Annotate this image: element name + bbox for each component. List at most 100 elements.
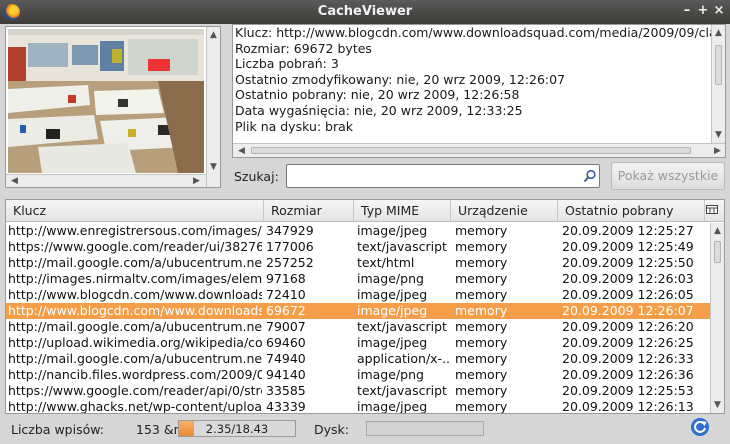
cell-device: memory [455, 367, 508, 382]
cell-key: http://mail.google.com/a/ubucentrum.net/… [8, 351, 262, 366]
detail-disk-file: Plik na dysku: brak [235, 118, 354, 134]
table-row[interactable]: https://www.google.com/reader/api/0/stre… [6, 383, 712, 399]
detail-expiration: Data wygaśnięcia: nie, 20 wrz 2009, 12:3… [235, 102, 523, 118]
cell-last-fetched: 20.09.2009 12:26:13 [562, 399, 694, 414]
table-row[interactable]: http://www.blogcdn.com/www.downloads... 7… [6, 287, 712, 303]
cell-mime: image/jpeg [357, 335, 428, 350]
cell-mime: image/jpeg [357, 303, 428, 318]
entries-count-label: Liczba wpisów: [11, 422, 104, 437]
cell-key: http://mail.google.com/a/ubucentrum.net/… [8, 255, 262, 270]
table-row[interactable]: http://images.nirmaltv.com/images/elem..… [6, 271, 712, 287]
cell-size: 72410 [266, 287, 306, 302]
cell-last-fetched: 20.09.2009 12:25:27 [562, 223, 694, 238]
search-input[interactable] [286, 164, 600, 188]
minimize-button[interactable]: – [680, 4, 694, 18]
detail-last-fetched: Ostatnio pobrany: nie, 20 wrz 2009, 12:2… [235, 87, 520, 103]
cell-last-fetched: 20.09.2009 12:25:50 [562, 255, 694, 270]
table-row[interactable]: http://www.enregistrersous.com/images/1.… [6, 223, 712, 239]
column-picker-icon[interactable] [706, 204, 718, 216]
cache-entries-table: Klucz Rozmiar Typ MIME Urządzenie Ostatn… [5, 199, 725, 414]
table-row[interactable]: http://mail.google.com/a/ubucentrum.net/… [6, 319, 712, 335]
entry-details-panel: Klucz: http://www.blogcdn.com/www.downlo… [232, 24, 726, 158]
scroll-up-icon[interactable]: ▲ [712, 27, 725, 39]
status-bar: Liczba wpisów: 153 &nbsp; Dysk: [0, 414, 730, 444]
memory-usage-bar: 2.35/18.43 [178, 420, 296, 437]
cell-key: http://upload.wikimedia.org/wikipedia/co… [8, 335, 262, 350]
cell-mime: image/jpeg [357, 399, 428, 414]
details-vertical-scrollbar[interactable]: ▲ ▼ [711, 25, 725, 143]
cell-device: memory [455, 351, 508, 366]
column-header-device[interactable]: Urządzenie [451, 200, 558, 221]
table-row-selected[interactable]: http://www.blogcdn.com/www.downloads... 6… [6, 303, 712, 319]
cell-device: memory [455, 255, 508, 270]
column-header-last-fetched[interactable]: Ostatnio pobrany [558, 200, 705, 221]
column-header-key[interactable]: Klucz [6, 200, 264, 221]
cell-key: https://www.google.com/reader/ui/382766.… [8, 239, 262, 254]
cell-key: http://images.nirmaltv.com/images/elem..… [8, 271, 262, 286]
scroll-thumb[interactable] [251, 147, 691, 154]
close-button[interactable]: × [712, 4, 726, 18]
scroll-left-icon[interactable]: ◀ [235, 145, 248, 157]
detail-key: Klucz: http://www.blogcdn.com/www.downlo… [235, 25, 713, 40]
cell-size: 97168 [266, 271, 306, 286]
cell-last-fetched: 20.09.2009 12:25:53 [562, 383, 694, 398]
scroll-up-icon[interactable]: ▲ [207, 29, 220, 41]
search-icon[interactable] [583, 169, 597, 183]
cell-device: memory [455, 287, 508, 302]
table-row[interactable]: http://mail.google.com/a/ubucentrum.net/… [6, 351, 712, 367]
cell-last-fetched: 20.09.2009 12:26:20 [562, 319, 694, 334]
window-title: CacheViewer [317, 4, 413, 19]
cell-key: http://www.blogcdn.com/www.downloads... [8, 303, 262, 318]
table-body: http://www.enregistrersous.com/images/1.… [6, 223, 712, 414]
scroll-right-icon[interactable]: ▶ [190, 175, 203, 187]
cell-size: 69460 [266, 335, 306, 350]
column-header-size[interactable]: Rozmiar [264, 200, 354, 221]
cell-mime: image/png [357, 271, 424, 286]
scroll-down-icon[interactable]: ▼ [711, 399, 724, 411]
preview-horizontal-scrollbar[interactable]: ◀ ▶ [6, 174, 206, 187]
scroll-thumb[interactable] [714, 241, 721, 263]
cell-device: memory [455, 319, 508, 334]
cell-size: 79007 [266, 319, 306, 334]
table-row[interactable]: http://mail.google.com/a/ubucentrum.net/… [6, 255, 712, 271]
cell-mime: image/jpeg [357, 223, 428, 238]
table-row[interactable]: http://www.ghacks.net/wp-content/upload.… [6, 399, 712, 414]
cell-mime: text/javascript [357, 319, 447, 334]
disk-usage-bar [366, 421, 484, 436]
cell-key: http://nancib.files.wordpress.com/2009/0… [8, 367, 262, 382]
scroll-down-icon[interactable]: ▼ [207, 161, 220, 173]
cell-mime: text/javascript [357, 383, 447, 398]
table-vertical-scrollbar[interactable]: ▲ ▼ [710, 223, 724, 413]
cell-device: memory [455, 223, 508, 238]
table-row[interactable]: http://upload.wikimedia.org/wikipedia/co… [6, 335, 712, 351]
scroll-down-icon[interactable]: ▼ [712, 129, 725, 141]
scroll-up-icon[interactable]: ▲ [711, 225, 724, 237]
search-label: Szukaj: [234, 169, 279, 184]
show-all-button[interactable]: Pokaż wszystkie [611, 162, 725, 190]
table-row[interactable]: https://www.google.com/reader/ui/382766.… [6, 239, 712, 255]
table-row[interactable]: http://nancib.files.wordpress.com/2009/0… [6, 367, 712, 383]
cell-size: 347929 [266, 223, 314, 238]
cell-last-fetched: 20.09.2009 12:26:36 [562, 367, 694, 382]
cell-last-fetched: 20.09.2009 12:26:07 [562, 303, 694, 318]
cell-last-fetched: 20.09.2009 12:26:33 [562, 351, 694, 366]
disk-label: Dysk: [314, 422, 349, 437]
cell-last-fetched: 20.09.2009 12:26:03 [562, 271, 694, 286]
details-horizontal-scrollbar[interactable]: ◀ ▶ [233, 143, 725, 157]
cell-device: memory [455, 383, 508, 398]
cell-key: http://www.blogcdn.com/www.downloads... [8, 287, 262, 302]
scroll-left-icon[interactable]: ◀ [8, 175, 21, 187]
cell-mime: application/x-... [357, 351, 449, 366]
preview-vertical-scrollbar[interactable]: ▲ ▼ [206, 27, 220, 187]
scroll-thumb[interactable] [715, 45, 722, 85]
memory-usage-text: 2.35/18.43 [205, 422, 269, 436]
cell-key: https://www.google.com/reader/api/0/stre… [8, 383, 262, 398]
scroll-right-icon[interactable]: ▶ [711, 145, 724, 157]
column-header-mime[interactable]: Typ MIME [354, 200, 451, 221]
detail-last-modified: Ostatnio zmodyfikowany: nie, 20 wrz 2009… [235, 71, 566, 87]
cell-mime: image/jpeg [357, 287, 428, 302]
cell-size: 74940 [266, 351, 306, 366]
refresh-icon[interactable] [690, 417, 710, 437]
cell-size: 177006 [266, 239, 314, 254]
maximize-button[interactable]: + [696, 4, 710, 18]
